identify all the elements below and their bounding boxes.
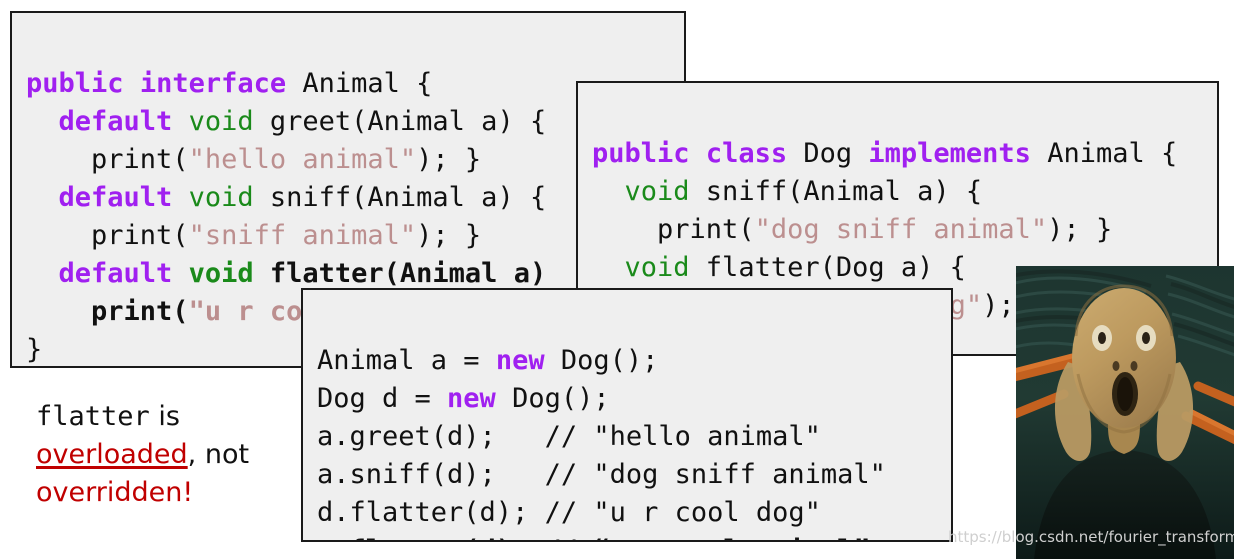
code-line: a.flatter(d); // “u r cool animal” (317, 532, 951, 540)
code-token: ); } (416, 220, 482, 251)
code-token: default (58, 106, 173, 137)
code-line: Dog d = new Dog(); (317, 380, 951, 418)
code-token: Dog (787, 138, 869, 169)
code-token: Animal a = (317, 345, 496, 376)
code-token: default (58, 182, 173, 213)
slide-canvas: public interface Animal { default void g… (0, 0, 1234, 559)
code-token: class (705, 138, 788, 169)
code-token: ); } (416, 144, 482, 175)
code-token: greet(Animal a) { (253, 106, 547, 137)
code-token: Dog(); (544, 345, 659, 376)
code-token: Animal { (1030, 138, 1178, 169)
code-lines-usage: Animal a = new Dog(); Dog d = new Dog(); a… (317, 342, 951, 540)
code-token: print( (592, 214, 755, 245)
annotation-method-name: flatter (36, 401, 150, 432)
code-token: a.greet(d); // "hello animal" (317, 421, 821, 452)
annotation-overloaded: overloaded (36, 439, 188, 470)
code-token: print( (26, 220, 189, 251)
code-line: a.sniff(d); // "dog sniff animal" (317, 456, 951, 494)
annotation-bang: ! (182, 477, 194, 508)
code-token: flatter(Dog a) { (689, 252, 966, 283)
code-token: sniff(Animal a) { (689, 176, 983, 207)
code-token: "hello animal" (188, 144, 417, 175)
code-line: a.greet(d); // "hello animal" (317, 418, 951, 456)
code-box-usage-example: Animal a = new Dog(); Dog d = new Dog(); a… (301, 288, 953, 542)
annotation-overridden: overridden (36, 477, 183, 508)
code-token: public (26, 68, 124, 99)
code-token: print( (26, 296, 189, 327)
code-line: void sniff(Animal a) { (592, 173, 1217, 211)
code-token: Dog d = (317, 383, 448, 414)
code-token: sniff(Animal a) { (253, 182, 547, 213)
code-token: public (592, 138, 690, 169)
code-token: ); } (1047, 214, 1113, 245)
code-token: a.flatter(d); // “u r cool animal” (317, 535, 870, 540)
code-token: interface (139, 68, 287, 99)
code-token: print( (26, 144, 189, 175)
code-token: void (624, 176, 690, 207)
code-token: Dog(); (495, 383, 610, 414)
code-token: a.sniff(d); // "dog sniff animal" (317, 459, 886, 490)
the-scream-painting (1016, 266, 1234, 559)
code-token: new (495, 345, 545, 376)
annotation-middle: , not (187, 439, 250, 470)
code-token: void (188, 258, 254, 289)
code-token: void (188, 106, 254, 137)
code-token: "sniff animal" (188, 220, 417, 251)
annotation-overloaded-not-overridden: flatter is overloaded, not overridden! (36, 398, 286, 512)
code-token: "dog sniff animal" (754, 214, 1048, 245)
code-token: Animal { (286, 68, 433, 99)
code-token: default (58, 258, 173, 289)
code-line: print("dog sniff animal"); } (592, 211, 1217, 249)
scream-illustration (1016, 266, 1234, 559)
code-token: } (26, 334, 43, 365)
code-token: d.flatter(d); // "u r cool dog" (317, 497, 821, 528)
code-token: new (447, 383, 496, 414)
annotation-verb: is (149, 401, 180, 432)
code-line: public class Dog implements Animal { (592, 135, 1217, 173)
code-token: void (624, 252, 690, 283)
code-token: void (188, 182, 254, 213)
code-line: Animal a = new Dog(); (317, 342, 951, 380)
code-line: d.flatter(d); // "u r cool dog" (317, 494, 951, 532)
code-token: implements (868, 138, 1031, 169)
code-token: flatter(Animal a) (253, 258, 547, 289)
